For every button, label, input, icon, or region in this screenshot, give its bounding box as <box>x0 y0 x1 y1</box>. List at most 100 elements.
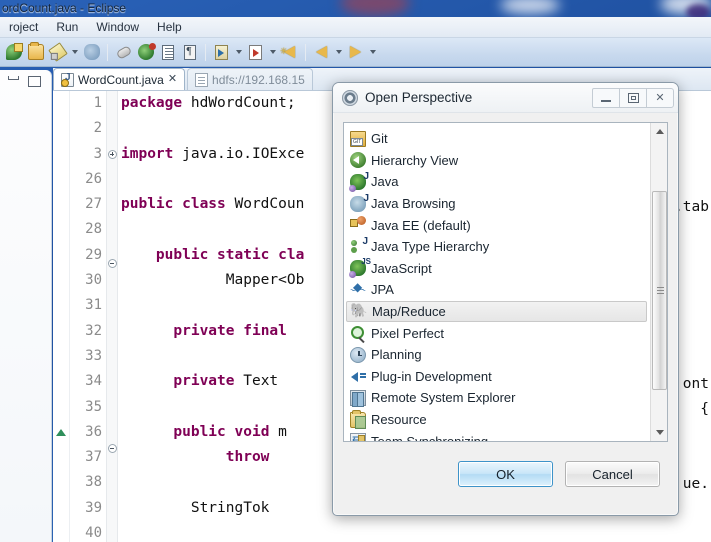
run-bug-icon[interactable] <box>135 42 156 63</box>
fold-toggle-icon[interactable] <box>107 258 117 284</box>
chevron-down-icon[interactable] <box>233 42 244 63</box>
java-icon <box>349 171 369 192</box>
perspective-list-item[interactable]: Remote System Explorer <box>344 387 649 409</box>
perspective-list-item[interactable]: Resource <box>344 409 649 431</box>
document-icon[interactable] <box>157 42 178 63</box>
fold-slot <box>107 284 117 309</box>
perspective-label: Remote System Explorer <box>371 390 516 406</box>
marker-slot <box>53 395 69 420</box>
dialog-maximize-button[interactable] <box>619 87 647 108</box>
perspective-list-item[interactable]: Map/Reduce <box>346 300 647 323</box>
marker-slot <box>53 142 69 167</box>
debug-icon[interactable] <box>81 42 102 63</box>
forward-arrow-icon[interactable] <box>345 42 366 63</box>
line-number: 36 <box>85 423 102 440</box>
editor-tab-label: hdfs://192.168.15 <box>212 72 305 87</box>
new-wizard-icon[interactable] <box>3 42 24 63</box>
cancel-button[interactable]: Cancel <box>565 461 660 487</box>
marker-slot <box>53 243 69 268</box>
restore-view-icon[interactable] <box>8 76 19 80</box>
chevron-down-icon[interactable] <box>267 42 278 63</box>
chevron-down-icon[interactable] <box>333 42 344 63</box>
line-number: 31 <box>85 297 102 314</box>
breakpoint-marker-icon[interactable] <box>53 428 69 454</box>
menu-project[interactable]: roject <box>0 18 47 36</box>
save-icon <box>47 42 68 62</box>
chevron-down-icon[interactable] <box>367 42 378 63</box>
editor-tab[interactable]: WordCount.java ✕ <box>53 68 186 90</box>
fold-toggle-icon[interactable] <box>107 443 117 469</box>
menu-help[interactable]: Help <box>148 18 191 36</box>
run-external-icon <box>215 44 228 60</box>
menu-window[interactable]: Window <box>87 18 148 36</box>
open-perspective-dialog: Open Perspective ✕ Git Hierarchy View Java… <box>332 82 679 516</box>
line-number: 2 <box>93 120 102 137</box>
perspective-label: Java Browsing <box>371 196 456 212</box>
line-number: 39 <box>85 499 102 516</box>
marker-slot <box>53 369 69 394</box>
marker-slot <box>53 192 69 217</box>
pixel-perfect-icon <box>350 325 366 341</box>
perspective-label: Resource <box>371 412 427 428</box>
plug-in-development-icon <box>350 368 366 384</box>
marker-slot <box>53 505 69 530</box>
line-number: 32 <box>85 322 102 339</box>
fold-slot <box>107 520 117 542</box>
maximize-view-icon[interactable] <box>28 76 41 87</box>
scrollbar-thumb[interactable] <box>652 191 667 390</box>
line-number: 40 <box>85 525 102 542</box>
fold-slot <box>107 335 117 360</box>
ok-button[interactable]: OK <box>458 461 553 487</box>
team-synchronizing-icon <box>350 432 366 441</box>
toolbar <box>0 38 711 67</box>
perspective-list-item[interactable]: Java <box>344 171 649 193</box>
editor-tab[interactable]: hdfs://192.168.15 <box>187 68 313 90</box>
external-tools-icon[interactable] <box>245 42 266 63</box>
open-folder-icon[interactable] <box>25 42 46 63</box>
save-icon[interactable] <box>47 42 68 63</box>
perspective-list-item[interactable]: Planning <box>344 344 649 366</box>
run-external-icon[interactable] <box>211 42 232 63</box>
perspective-label: Pixel Perfect <box>371 325 444 341</box>
fold-slot <box>107 309 117 334</box>
dialog-close-button[interactable]: ✕ <box>646 87 674 108</box>
perspective-list-item[interactable]: JPA <box>344 279 649 301</box>
list-scrollbar[interactable] <box>650 123 667 441</box>
fold-toggle-icon[interactable] <box>107 149 117 175</box>
scroll-up-button[interactable] <box>651 123 667 140</box>
planning-icon <box>350 346 366 363</box>
back-arrow-icon[interactable] <box>311 42 332 63</box>
toolbar-separator <box>305 43 306 61</box>
dialog-minimize-button[interactable] <box>592 87 620 108</box>
line-number: 26 <box>85 170 102 187</box>
perspective-list-item[interactable]: Java EE (default) <box>344 214 649 236</box>
remote-system-explorer-icon <box>350 389 366 407</box>
perspective-list-item[interactable]: Git <box>344 128 649 150</box>
collapsed-view-bar[interactable] <box>0 70 52 542</box>
perspective-list-item[interactable]: Java Type Hierarchy <box>344 236 649 258</box>
back-star-icon[interactable] <box>279 42 300 63</box>
menu-run[interactable]: Run <box>47 18 87 36</box>
perspective-list-item[interactable]: Pixel Perfect <box>344 322 649 344</box>
marker-slot <box>53 116 69 141</box>
fold-slot <box>107 91 117 116</box>
perspective-label: Git <box>371 131 388 147</box>
line-number: 33 <box>85 347 102 364</box>
chevron-down-icon[interactable] <box>69 42 80 63</box>
code-fragment: ue. <box>682 476 709 492</box>
paragraph-icon <box>183 44 196 60</box>
paragraph-icon[interactable] <box>179 42 200 63</box>
scroll-down-button[interactable] <box>651 424 667 441</box>
close-icon[interactable]: ✕ <box>168 74 177 85</box>
window-title: ordCount.java - Eclipse <box>2 1 127 15</box>
perspective-list-item[interactable]: Java Browsing <box>344 193 649 215</box>
fold-slot <box>107 116 117 141</box>
folding-column[interactable] <box>106 91 118 542</box>
line-number-gutter: 1232627282930313233343536373839404142 <box>70 91 106 542</box>
perspective-list-item[interactable]: Plug-in Development <box>344 366 649 388</box>
pill-icon[interactable] <box>113 42 134 63</box>
perspective-list[interactable]: Git Hierarchy View Java Java Browsing Java E… <box>343 122 668 442</box>
perspective-list-item[interactable]: Hierarchy View <box>344 150 649 172</box>
perspective-list-item[interactable]: Team Synchronizing <box>344 430 649 441</box>
perspective-list-item[interactable]: JavaScript <box>344 257 649 280</box>
